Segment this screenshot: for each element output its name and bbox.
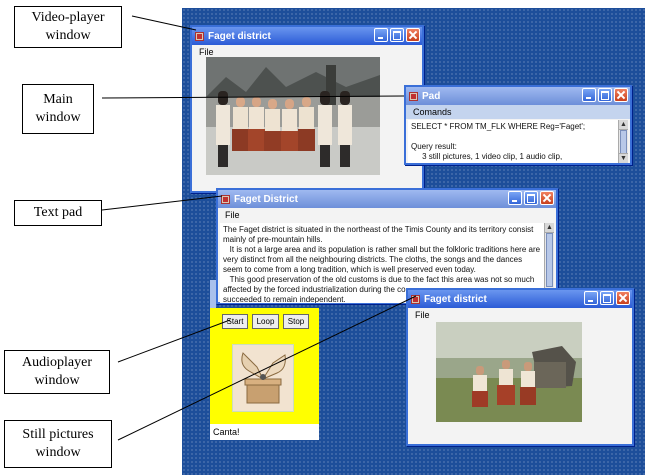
pad-menubar: Comands [406, 105, 630, 119]
still-pictures-title: Faget district [424, 293, 487, 305]
video-frame [206, 57, 380, 175]
maximize-button[interactable] [390, 28, 404, 42]
callout-video-player: Video-player window [14, 6, 122, 48]
close-button[interactable] [614, 88, 628, 102]
video-player-window: Faget district File [190, 25, 424, 193]
minimize-button[interactable] [584, 291, 598, 305]
app-icon [410, 294, 421, 305]
text-pad-menubar: File [218, 208, 556, 222]
text-pad-titlebar[interactable]: Faget District [218, 190, 556, 208]
description-paragraph: The Faget district is situated in the no… [223, 225, 534, 244]
scroll-thumb[interactable] [546, 233, 553, 287]
maximize-button[interactable] [600, 291, 614, 305]
video-player-title: Faget district [208, 30, 271, 42]
query-textarea[interactable]: SELECT * FROM TM_FLK WHERE Reg='Faget'; … [408, 120, 618, 163]
audioplayer-titlebar-edge [210, 280, 216, 308]
still-pictures-window: Faget district File [406, 288, 634, 446]
menu-file[interactable]: File [222, 210, 243, 220]
video-player-titlebar[interactable]: Faget district [192, 27, 422, 45]
gramophone-icon [232, 344, 294, 412]
still-pictures-menubar: File [408, 308, 632, 322]
start-button[interactable]: Start [222, 314, 248, 329]
minimize-button[interactable] [582, 88, 596, 102]
still-picture [436, 322, 582, 422]
close-button[interactable] [540, 191, 554, 205]
menu-file[interactable]: File [196, 47, 217, 57]
scroll-up-arrow-icon[interactable]: ▲ [545, 223, 554, 233]
callout-still-pictures: Still pictures window [4, 420, 112, 468]
query-line: 3 still pictures, 1 video clip, 1 audio … [411, 152, 563, 161]
minimize-button[interactable] [374, 28, 388, 42]
close-button[interactable] [406, 28, 420, 42]
callout-audioplayer: Audioplayer window [4, 350, 110, 394]
callout-main-window: Main window [22, 84, 94, 134]
minimize-button[interactable] [508, 191, 522, 205]
description-paragraph: It is not a large area and its populatio… [223, 245, 543, 274]
pad-window: Pad Comands SELECT * FROM TM_FLK WHERE R… [404, 85, 632, 165]
app-icon [408, 91, 419, 102]
scroll-up-arrow-icon[interactable]: ▲ [619, 120, 628, 130]
maximize-button[interactable] [598, 88, 612, 102]
pad-titlebar[interactable]: Pad [406, 87, 630, 105]
scroll-down-arrow-icon[interactable]: ▼ [619, 153, 628, 163]
maximize-button[interactable] [524, 191, 538, 205]
app-icon [220, 194, 231, 205]
pad-scrollbar[interactable]: ▲ ▼ [618, 120, 628, 163]
callout-text-pad: Text pad [14, 200, 102, 226]
audio-caption: Canta! [210, 424, 319, 440]
query-line: Query result: [411, 142, 457, 151]
menu-file[interactable]: File [412, 310, 433, 320]
loop-button[interactable]: Loop [252, 314, 279, 329]
query-line: SELECT * FROM TM_FLK WHERE Reg='Faget'; [411, 122, 586, 131]
menu-comands[interactable]: Comands [410, 107, 455, 117]
text-pad-window: Faget District File The Faget district i… [216, 188, 558, 304]
stop-button[interactable]: Stop [283, 314, 309, 329]
app-icon [194, 31, 205, 42]
query-line [411, 132, 615, 142]
text-pad-title: Faget District [234, 193, 298, 205]
pad-title: Pad [422, 90, 441, 102]
scroll-thumb[interactable] [620, 130, 627, 154]
close-button[interactable] [616, 291, 630, 305]
still-pictures-titlebar[interactable]: Faget district [408, 290, 632, 308]
